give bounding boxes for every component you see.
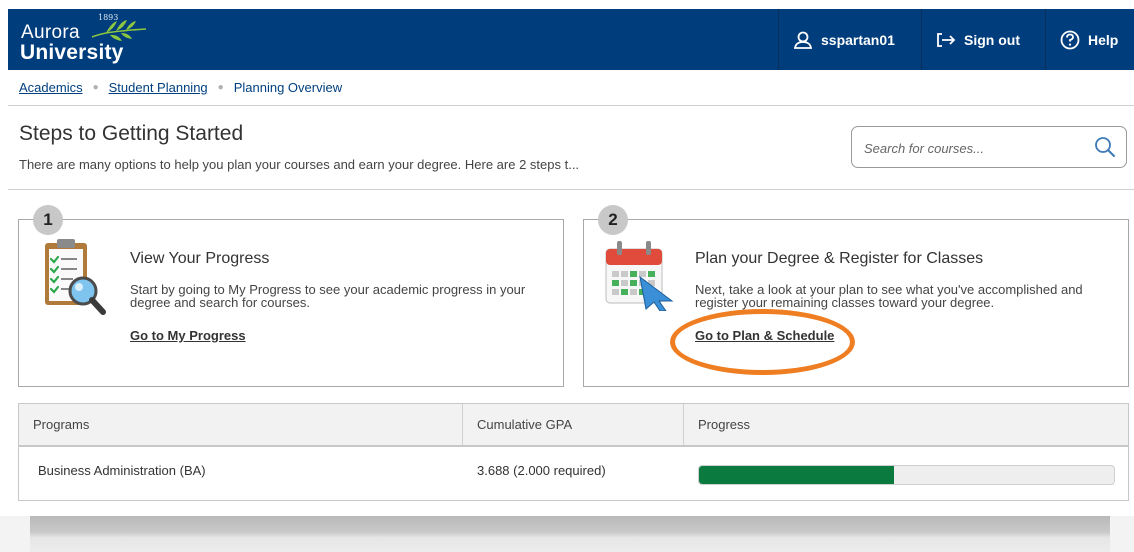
highlight-ring-annotation <box>670 309 855 375</box>
page-subtitle: There are many options to help you plan … <box>19 157 580 172</box>
programs-table: Programs Cumulative GPA Progress Busines… <box>18 403 1129 501</box>
step-description: Next, take a look at your plan to see wh… <box>695 282 1083 310</box>
progress-bar-fill <box>699 466 895 484</box>
breadcrumb-student-planning[interactable]: Student Planning <box>109 80 208 95</box>
sign-out-label: Sign out <box>964 31 1020 48</box>
breadcrumb-academics[interactable]: Academics <box>19 80 83 95</box>
left-margin <box>0 0 8 552</box>
user-menu-button[interactable]: sspartan01 <box>778 9 921 70</box>
column-header-progress[interactable]: Progress <box>684 404 1128 445</box>
help-label: Help <box>1088 31 1119 48</box>
help-icon <box>1060 30 1080 49</box>
program-progress-bar <box>698 465 1115 485</box>
course-search-input[interactable] <box>862 136 1086 160</box>
step-card-view-progress: 1 View Your Progress Start by going to M… <box>18 205 564 387</box>
breadcrumb-planning-overview: Planning Overview <box>233 80 343 95</box>
table-header: Programs Cumulative GPA Progress <box>19 404 1128 447</box>
aurora-university-logo[interactable]: 1893 Aurora University <box>20 13 170 65</box>
clipboard-magnifier-icon <box>39 237 107 322</box>
step-number-badge: 1 <box>33 205 63 235</box>
step-number-badge: 2 <box>598 205 628 235</box>
top-margin <box>0 0 1134 9</box>
blur-edge-left <box>0 516 30 552</box>
user-icon <box>793 31 813 49</box>
cumulative-gpa: 3.688 (2.000 required) <box>477 463 606 478</box>
logo-text-university: University <box>20 41 124 64</box>
step-title: View Your Progress <box>130 250 270 267</box>
username-label: sspartan01 <box>821 31 895 48</box>
page-title: Steps to Getting Started <box>19 122 244 145</box>
step-card-plan-degree: 2 Plan your Degree & Register for Classe… <box>583 205 1129 387</box>
site-header: 1893 Aurora University sspartan01 Sign o… <box>8 9 1134 70</box>
breadcrumb-separator: ● <box>217 82 224 93</box>
calendar-cursor-icon <box>604 239 674 316</box>
sign-out-button[interactable]: Sign out <box>921 9 1045 70</box>
blur-edge-right <box>1110 516 1134 552</box>
help-button[interactable]: Help <box>1045 9 1134 70</box>
program-name[interactable]: Business Administration (BA) <box>38 463 206 478</box>
divider <box>8 189 1134 190</box>
column-header-programs[interactable]: Programs <box>19 404 463 445</box>
breadcrumb-separator: ● <box>92 82 99 93</box>
column-header-gpa[interactable]: Cumulative GPA <box>463 404 684 445</box>
go-to-my-progress-link[interactable]: Go to My Progress <box>130 328 246 343</box>
sign-out-icon <box>937 32 956 47</box>
step-title: Plan your Degree & Register for Classes <box>695 250 984 267</box>
breadcrumb: Academics ● Student Planning ● Planning … <box>8 70 1134 106</box>
blurred-content-strip <box>0 516 1134 552</box>
course-search-box <box>851 126 1127 168</box>
search-icon[interactable] <box>1094 136 1116 163</box>
logo-wheat-icon <box>91 20 147 41</box>
step-description: Start by going to My Progress to see you… <box>130 282 526 310</box>
